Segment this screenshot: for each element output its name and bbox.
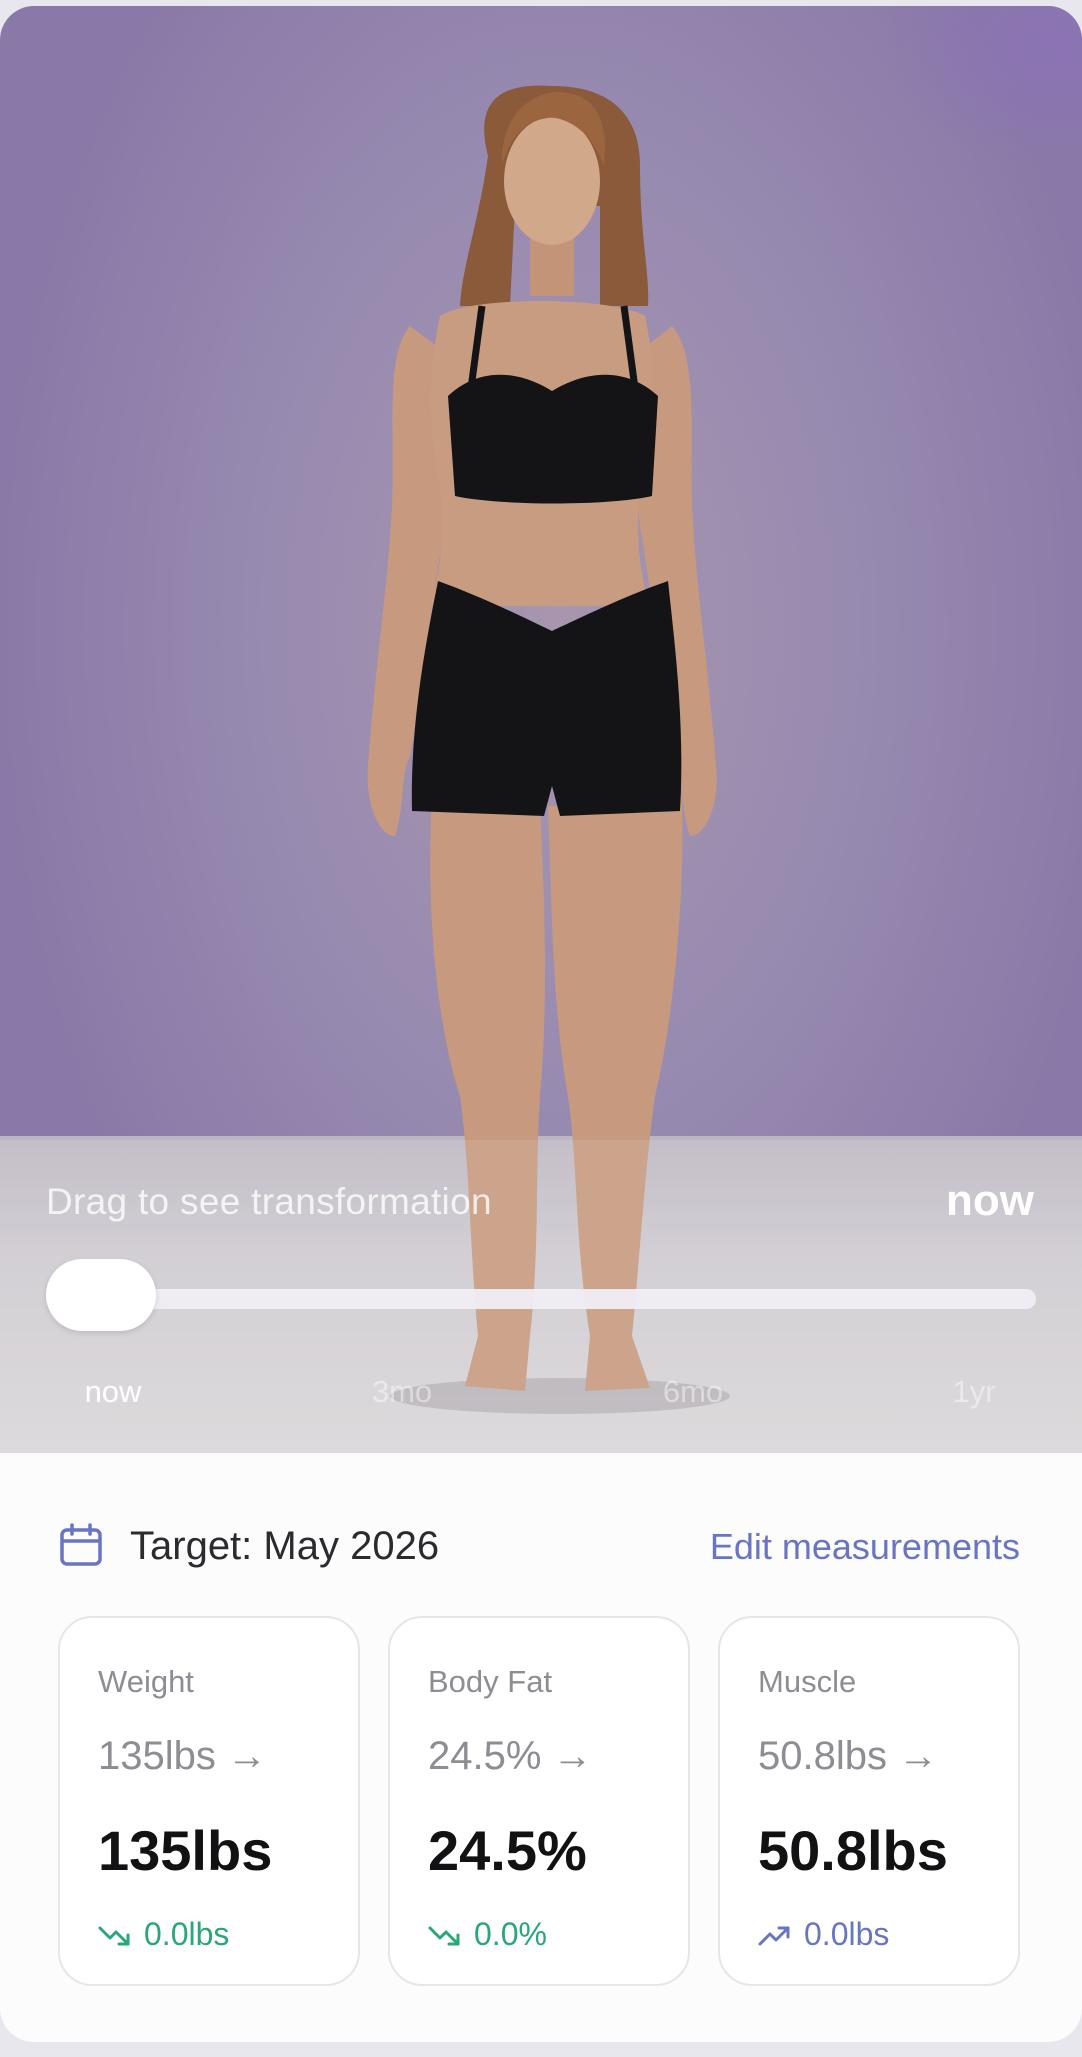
target-date-label: Target: May 2026 [130,1524,440,1568]
timeline-slider-thumb[interactable] [46,1259,156,1331]
stat-card-body-fat: Body Fat 24.5% → 24.5% 0.0% [388,1616,690,1986]
transformation-card: Drag to see transformation now now 3mo 6… [0,6,1082,2042]
stat-delta-value: 0.0% [474,1916,547,1952]
stat-target-value: 24.5% [428,1819,587,1882]
edit-measurements-link[interactable]: Edit measurements [710,1526,1020,1568]
stat-card-weight: Weight 135lbs → 135lbs 0.0lbs [58,1616,360,1986]
current-time-label: now [946,1176,1034,1225]
calendar-icon [60,1523,102,1566]
trend-down-icon [98,1926,130,1946]
stat-target-value: 50.8lbs [758,1819,948,1882]
trend-down-icon [428,1926,460,1946]
stat-delta-value: 0.0lbs [804,1916,890,1952]
stat-from-value: 24.5% → [428,1734,593,1778]
stat-label: Body Fat [428,1664,553,1699]
drag-hint-text: Drag to see transformation [46,1181,492,1222]
stat-label: Weight [98,1664,194,1699]
tick-1yr[interactable]: 1yr [952,1374,995,1410]
stat-card-muscle: Muscle 50.8lbs → 50.8lbs 0.0lbs [718,1616,1020,1986]
stat-delta-value: 0.0lbs [144,1916,230,1952]
stat-target-value: 135lbs [98,1819,273,1882]
stat-from-value: 50.8lbs → [758,1734,939,1778]
stat-from-value: 135lbs → [98,1734,267,1778]
target-row: Target: May 2026 Edit measurements [58,1518,1024,1574]
trend-up-icon [758,1926,790,1946]
tick-6mo[interactable]: 6mo [663,1374,723,1410]
tick-now[interactable]: now [85,1374,142,1410]
body-preview-image: Drag to see transformation now now 3mo 6… [0,6,1082,1453]
timeline-slider-track[interactable] [46,1289,1036,1309]
tick-3mo[interactable]: 3mo [372,1374,432,1410]
stat-label: Muscle [758,1664,857,1699]
